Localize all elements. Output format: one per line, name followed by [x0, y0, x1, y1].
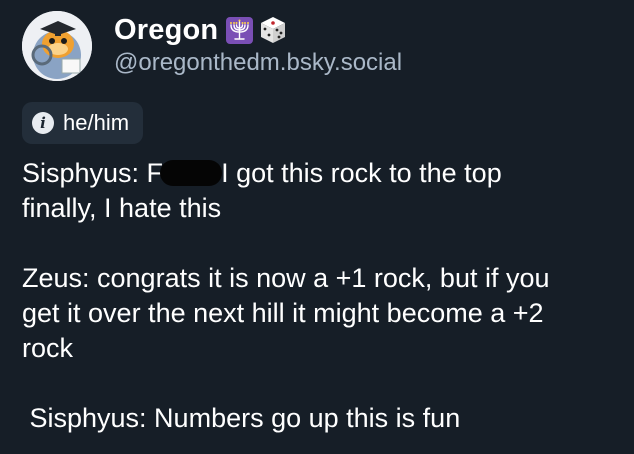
- post-line: get it over the next hill it might becom…: [22, 298, 544, 328]
- post-header: Oregon @oregonthedm.bsky.social: [22, 11, 622, 81]
- post-line: finally, I hate this: [22, 193, 222, 223]
- post-line-fragment: I got this rock to the top: [221, 158, 502, 188]
- post-line: Sisphyus: F I got this rock to the top: [22, 156, 622, 191]
- avatar-image: [22, 11, 92, 81]
- display-name-row: Oregon: [114, 13, 288, 47]
- pronoun-badge[interactable]: i he/him: [22, 102, 144, 144]
- avatar[interactable]: [22, 11, 92, 81]
- post-text: Sisphyus: F I got this rock to the top fi…: [22, 156, 622, 436]
- menorah-icon: [226, 16, 254, 44]
- handle[interactable]: @oregonthedm.bsky.social: [114, 49, 402, 77]
- post-line: Sisphyus: Numbers go up this is fun: [22, 403, 461, 433]
- pronoun-label: he/him: [63, 110, 130, 135]
- post-line: Zeus: congrats it is now a +1 rock, but …: [22, 263, 550, 293]
- redaction-blot: [160, 160, 223, 186]
- post-line: rock: [22, 333, 74, 363]
- display-name[interactable]: Oregon: [114, 14, 218, 47]
- dice-icon: [258, 15, 288, 45]
- info-icon: i: [32, 112, 54, 134]
- post-line-fragment: Sisphyus: F: [22, 158, 164, 188]
